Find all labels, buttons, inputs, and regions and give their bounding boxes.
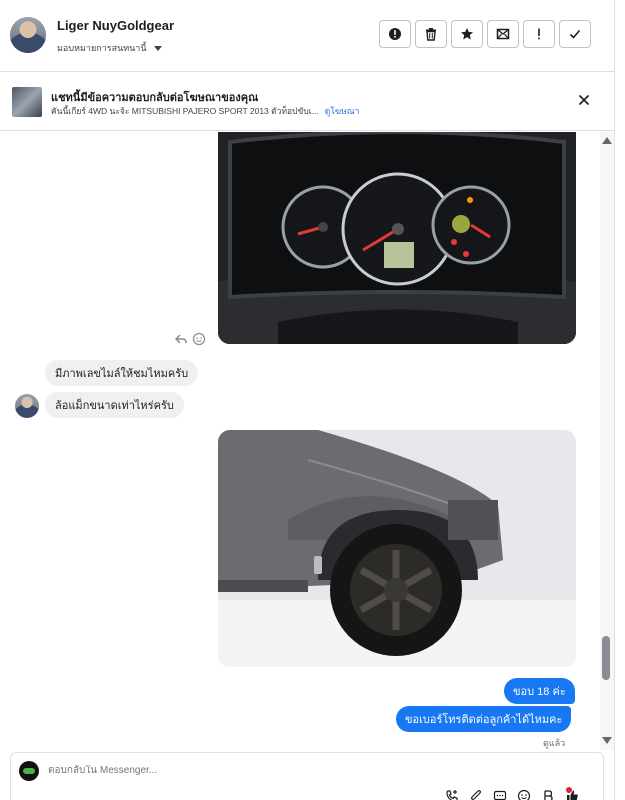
ad-text: คันนี้เกียร์ 4WD นะจ้ะ MITSUBISHI PAJERO…	[51, 106, 319, 116]
page-avatar	[19, 761, 39, 781]
star-button[interactable]	[451, 20, 483, 48]
caret-down-icon	[153, 45, 162, 51]
mark-unread-button[interactable]	[487, 20, 519, 48]
notification-dot	[566, 787, 572, 793]
assign-label: มอบหมายการสนทนานี้	[57, 43, 147, 53]
view-ad-link[interactable]: ดูโฆษณา	[325, 106, 360, 116]
banner-description: คันนี้เกียร์ 4WD นะจ้ะ MITSUBISHI PAJERO…	[51, 104, 359, 118]
scroll-up-arrow-icon[interactable]	[602, 137, 612, 144]
payment-icon[interactable]	[541, 789, 555, 800]
odometer-image	[218, 132, 576, 344]
reply-icon[interactable]	[174, 332, 188, 346]
ad-reply-banner: แชทนี้มีข้อความตอบกลับต่อโฆษณาของคุณ คัน…	[0, 73, 614, 131]
emoji-picker-icon[interactable]	[517, 789, 531, 800]
mark-done-button[interactable]	[559, 20, 591, 48]
star-icon	[461, 28, 473, 40]
conversation-header: Liger NuyGoldgear มอบหมายการสนทนานี้	[0, 0, 614, 72]
assign-conversation-dropdown[interactable]: มอบหมายการสนทนานี้	[57, 41, 162, 55]
outgoing-message[interactable]: ขอเบอร์โทรติดต่อลูกค้าได้ไหมคะ	[396, 706, 572, 732]
alert-circle-icon	[389, 28, 401, 40]
wheel-photo[interactable]	[218, 430, 576, 667]
delete-button[interactable]	[415, 20, 447, 48]
message-reactions	[174, 332, 206, 346]
incoming-message[interactable]: ล้อแม็กขนาดเท่าไหร่ครับ	[45, 392, 184, 418]
emoji-icon[interactable]	[192, 332, 206, 346]
composer-toolbar	[445, 789, 579, 800]
ad-thumbnail[interactable]	[12, 87, 42, 117]
header-actions	[379, 20, 591, 48]
seen-status: ดูแล้ว	[543, 738, 566, 748]
mark-spam-button[interactable]	[379, 20, 411, 48]
important-button[interactable]	[523, 20, 555, 48]
phone-add-icon[interactable]	[445, 789, 459, 800]
message-thread: มีภาพเลขไมล์ให้ชมไหมครับ ล้อแม็กขนาดเท่า…	[0, 132, 614, 750]
scroll-down-arrow-icon[interactable]	[602, 737, 612, 744]
close-icon[interactable]	[578, 94, 590, 106]
outgoing-message[interactable]: ขอบ 18 ค่ะ	[504, 678, 575, 704]
scrollbar-thumb[interactable]	[602, 636, 610, 680]
attachment-icon[interactable]	[469, 789, 483, 800]
incoming-message[interactable]: มีภาพเลขไมล์ให้ชมไหมครับ	[45, 360, 199, 386]
reply-input[interactable]	[48, 765, 348, 776]
contact-name[interactable]: Liger NuyGoldgear	[57, 18, 174, 33]
trash-icon	[426, 28, 436, 41]
message-composer	[10, 752, 604, 800]
panel-divider	[614, 0, 615, 800]
sender-avatar	[15, 394, 39, 418]
checkmark-icon	[569, 29, 581, 39]
saved-reply-icon[interactable]	[493, 789, 507, 800]
envelope-icon	[496, 28, 510, 40]
exclamation-icon	[538, 28, 540, 40]
dashboard-photo[interactable]	[218, 132, 576, 344]
contact-avatar[interactable]	[10, 17, 46, 53]
car-wheel-image	[218, 430, 576, 667]
